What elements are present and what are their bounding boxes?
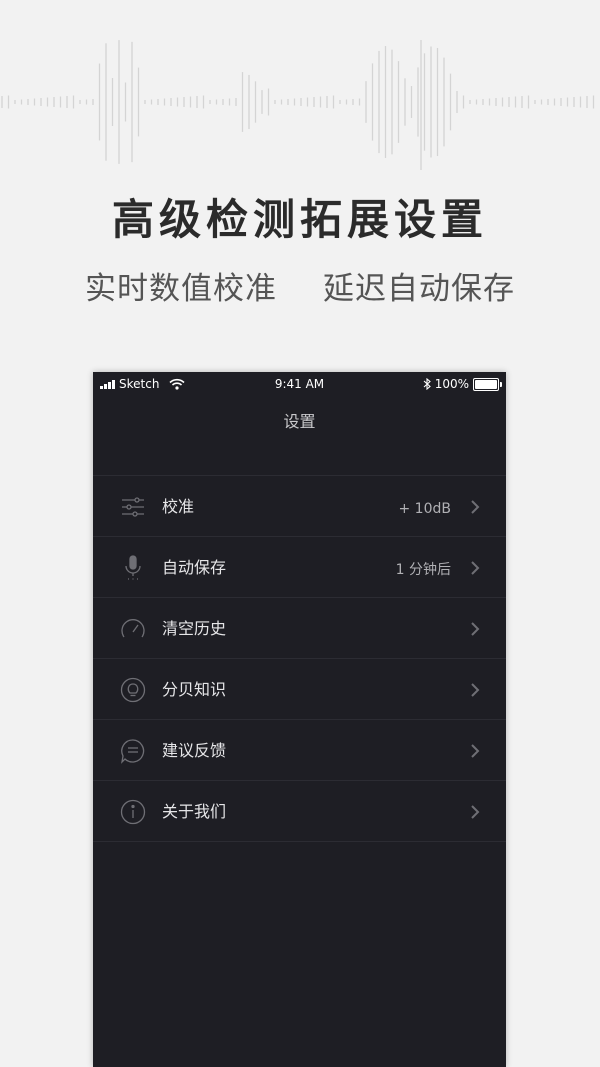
settings-item-decibel-knowledge[interactable]: 分贝知识 [93,659,506,720]
phone-screen: Sketch 9:41 AM 100% 设置 校准 + 10dB 自动保存 1 … [93,372,506,1067]
sliders-icon [122,497,144,517]
chevron-right-icon [471,744,480,758]
settings-item-label: 分贝知识 [162,680,227,699]
subheadline-calibration: 实时数值校准 [85,271,277,307]
settings-item-about[interactable]: 关于我们 [93,781,506,842]
waveform-decoration [1,40,595,170]
bluetooth-icon [423,378,431,390]
screen-title: 设置 [93,396,506,476]
settings-item-clear-history[interactable]: 清空历史 [93,598,506,659]
settings-item-label: 自动保存 [162,558,227,577]
subheadline: 实时数值校准 延迟自动保存 [0,263,600,308]
chat-icon [121,739,145,764]
battery-icon [473,377,502,391]
status-bar: Sketch 9:41 AM 100% [93,372,506,396]
chevron-right-icon [471,561,480,575]
settings-item-label: 关于我们 [162,802,227,821]
settings-item-label: 建议反馈 [162,741,227,760]
info-icon [120,799,146,825]
chevron-right-icon [471,805,480,819]
subheadline-autosave: 延迟自动保存 [323,271,515,307]
lightbulb-icon [120,677,146,703]
chevron-right-icon [471,622,480,636]
settings-item-label: 校准 [162,497,195,516]
chevron-right-icon [471,683,480,697]
settings-item-calibration[interactable]: 校准 + 10dB [93,476,506,537]
settings-item-value: 1 分钟后 [395,562,451,578]
battery-percent: 100% [434,377,469,391]
settings-item-autosave[interactable]: 自动保存 1 分钟后 [93,537,506,598]
microphone-icon [125,555,141,580]
settings-item-label: 清空历史 [162,619,227,638]
gauge-icon [121,619,145,638]
settings-item-value: + 10dB [398,501,452,517]
settings-list: 校准 + 10dB 自动保存 1 分钟后 清空历史 分贝知识 建议反馈 关于我们 [93,476,506,842]
settings-item-feedback[interactable]: 建议反馈 [93,720,506,781]
promo-page: 高级检测拓展设置 实时数值校准 延迟自动保存 Sketch 9:41 AM 10… [0,0,600,1067]
headline: 高级检测拓展设置 [111,195,488,244]
chevron-right-icon [471,500,480,514]
status-right: 100% [423,377,502,391]
